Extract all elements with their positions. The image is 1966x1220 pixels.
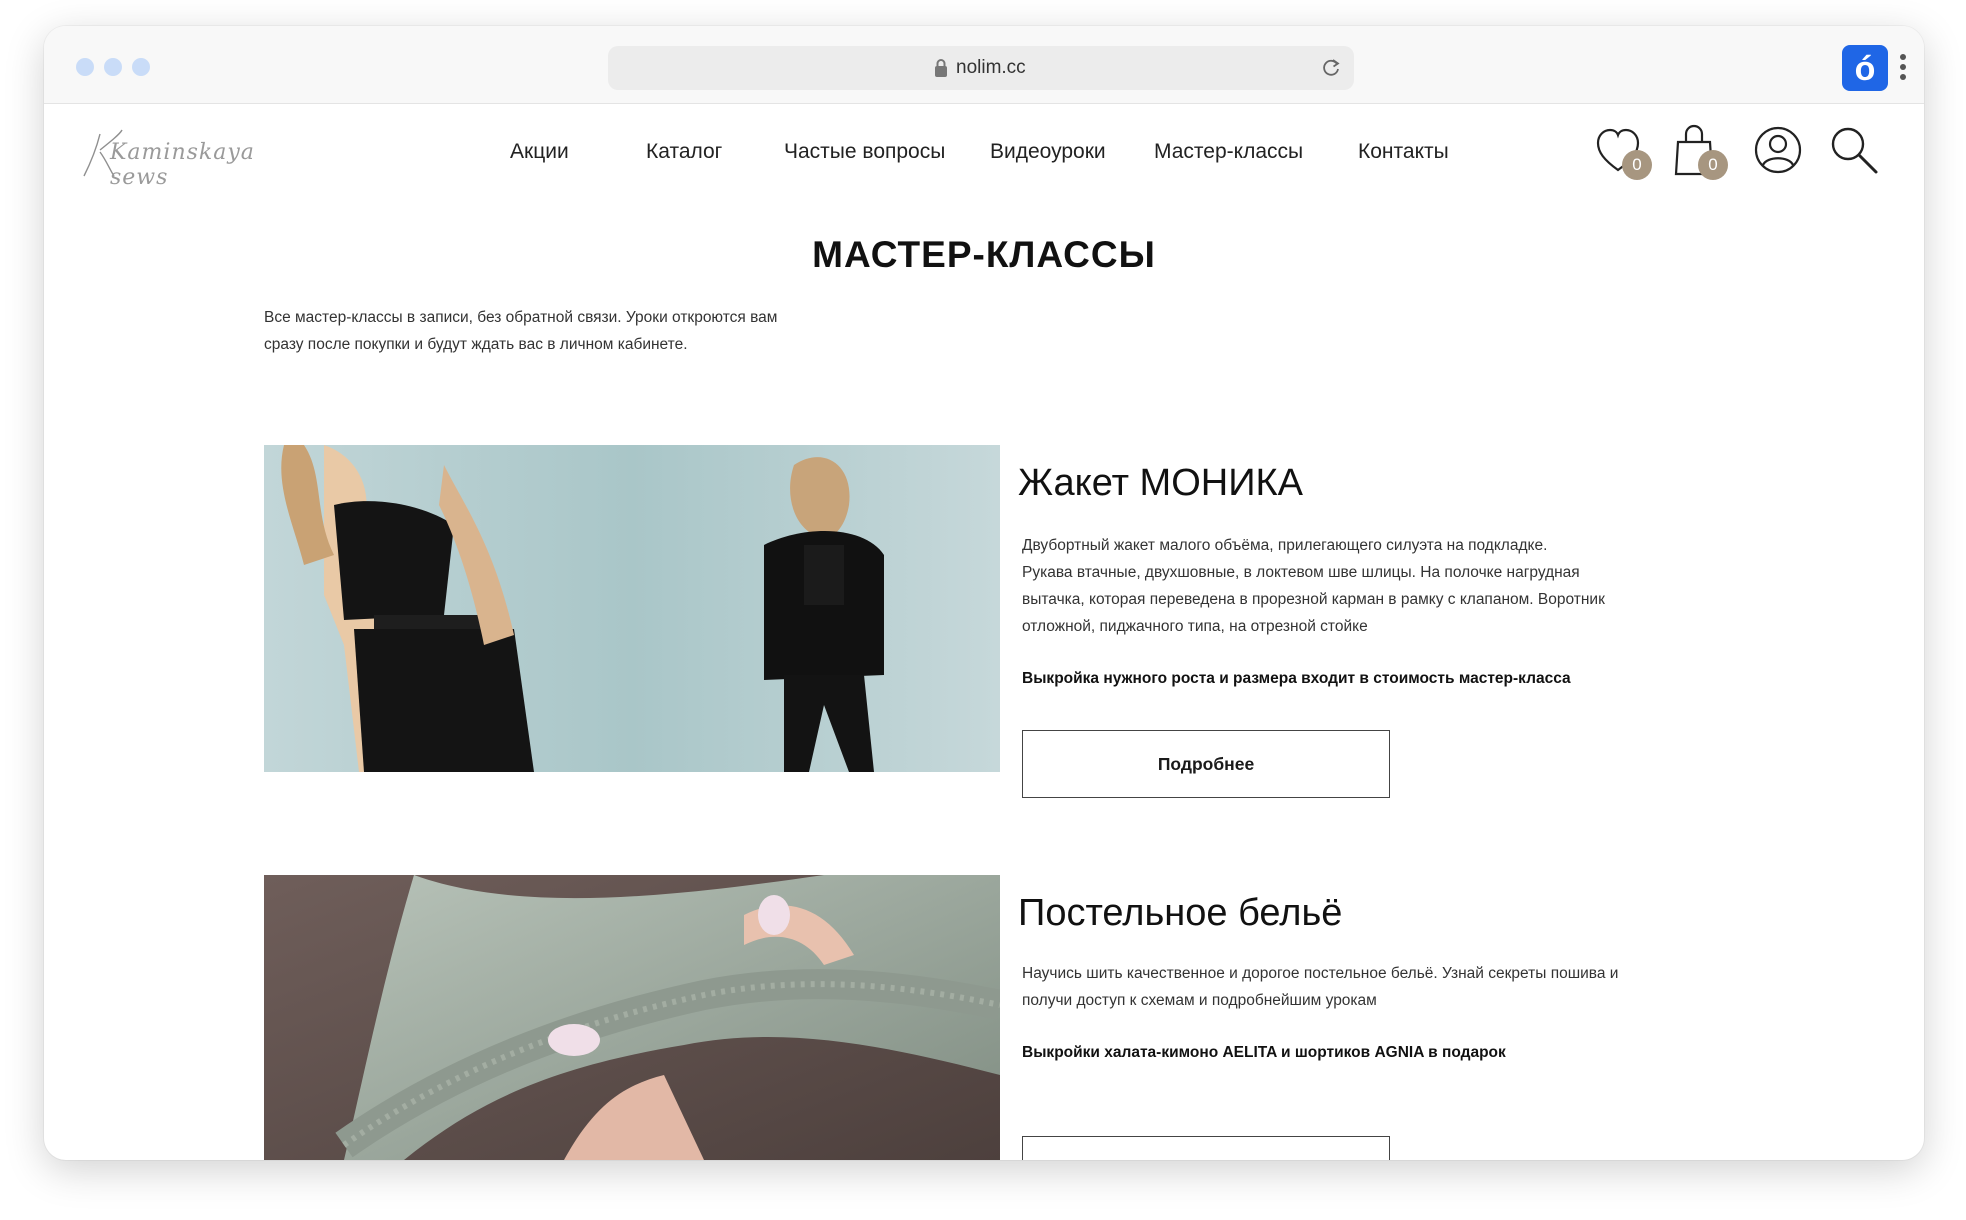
lock-icon	[935, 59, 947, 77]
course-image-monika[interactable]	[264, 445, 1000, 772]
nav-item-promotions[interactable]: Акции	[510, 140, 569, 164]
nav-item-video-lessons[interactable]: Видеоуроки	[990, 140, 1106, 164]
description-line: Научись шить качественное и дорогое пост…	[1022, 965, 1619, 982]
nav-item-catalog[interactable]: Каталог	[646, 140, 722, 164]
description-line: Двубортный жакет малого объёма, прилегаю…	[1022, 537, 1548, 554]
description-line: Рукава втачные, двухшовные, в локтевом ш…	[1022, 564, 1580, 581]
wishlist-button[interactable]: 0	[1594, 122, 1654, 182]
description-line: получи доступ к схемам и подробнейшим ур…	[1022, 992, 1377, 1009]
details-button[interactable]: Подробнее	[1022, 730, 1390, 798]
url-text: nolim.cc	[956, 57, 1026, 78]
intro-line: сразу после покупки и будут ждать вас в …	[264, 336, 688, 353]
nav-item-faq[interactable]: Частые вопросы	[784, 140, 945, 164]
jacket-photo-image	[264, 445, 1000, 772]
bedding-photo-image	[264, 875, 1000, 1160]
intro-text: Все мастер-классы в записи, без обратной…	[264, 304, 824, 358]
user-icon	[1754, 126, 1802, 174]
page-title: МАСТЕР-КЛАССЫ	[812, 234, 1156, 275]
course-title: Жакет МОНИКА	[1018, 462, 1303, 504]
course-title: Постельное бельё	[1018, 892, 1343, 934]
details-button[interactable]	[1022, 1136, 1390, 1160]
window-close-dot[interactable]	[76, 58, 94, 76]
course-note: Выкройки халата-кимоно AELITA и шортиков…	[1022, 1044, 1506, 1061]
cart-count-badge: 0	[1698, 150, 1728, 180]
search-button[interactable]	[1826, 122, 1886, 182]
browser-menu-icon[interactable]	[1900, 54, 1908, 82]
description-line: отложной, пиджачного типа, на отрезной с…	[1022, 618, 1368, 635]
address-bar[interactable]: nolim.cc	[608, 46, 1354, 90]
course-note: Выкройка нужного роста и размера входит …	[1022, 670, 1571, 687]
window-minimize-dot[interactable]	[104, 58, 122, 76]
course-description: Двубортный жакет малого объёма, прилегаю…	[1022, 532, 1662, 640]
extension-button[interactable]: ó	[1842, 45, 1888, 91]
reload-icon[interactable]	[1320, 57, 1342, 79]
description-line: вытачка, которая переведена в прорезной …	[1022, 591, 1605, 608]
window-zoom-dot[interactable]	[132, 58, 150, 76]
nav-item-master-classes[interactable]: Мастер-классы	[1154, 140, 1303, 164]
search-icon	[1831, 127, 1878, 174]
browser-toolbar: nolim.cc ó	[44, 26, 1924, 104]
intro-line: Все мастер-классы в записи, без обратной…	[264, 309, 778, 326]
account-button[interactable]	[1750, 122, 1810, 182]
browser-window: nolim.cc ó Kaminskaya sews Акции Каталог…	[44, 26, 1924, 1160]
window-controls	[76, 58, 150, 76]
nav-item-contacts[interactable]: Контакты	[1358, 140, 1449, 164]
course-image-bedding[interactable]	[264, 875, 1000, 1160]
cart-button[interactable]: 0	[1672, 122, 1732, 182]
wishlist-count-badge: 0	[1622, 150, 1652, 180]
course-description: Научись шить качественное и дорогое пост…	[1022, 960, 1662, 1014]
